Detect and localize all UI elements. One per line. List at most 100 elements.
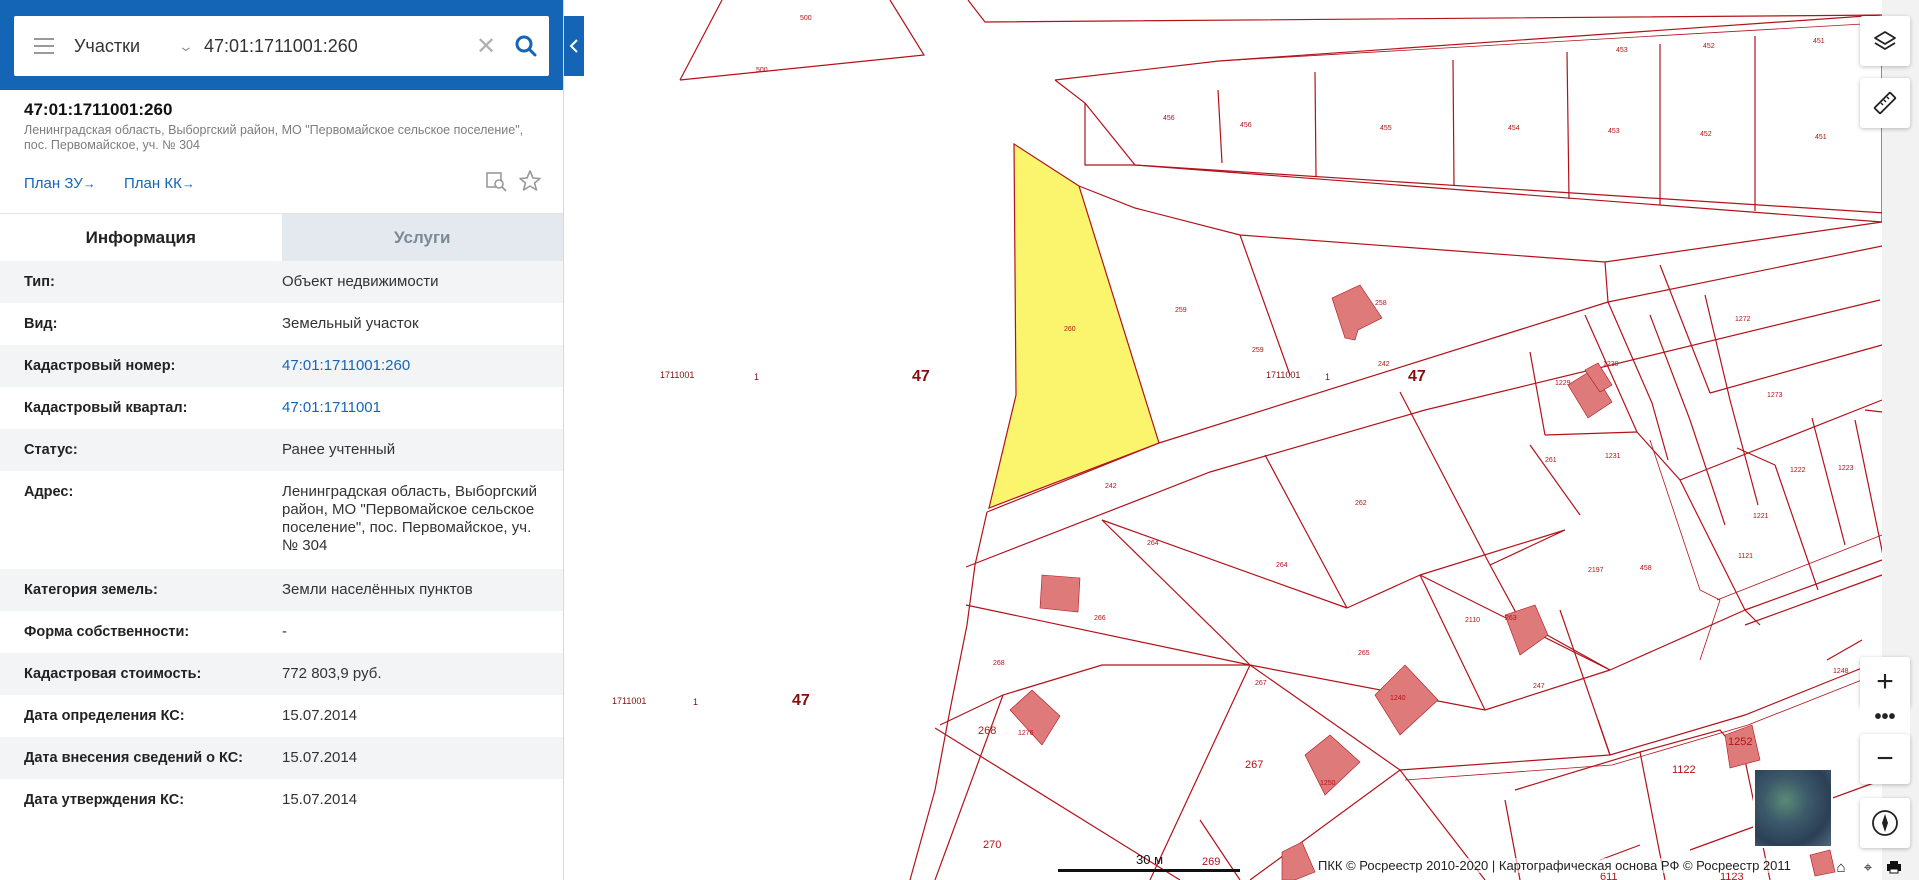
- map-label: 242: [1105, 483, 1117, 490]
- map-label: 1240: [1390, 695, 1406, 702]
- map-label: 1272: [1735, 316, 1751, 323]
- row-key: Дата утверждения КС:: [24, 792, 185, 808]
- info-row-type: Тип: Объект недвижимости: [0, 261, 563, 303]
- map-label: 455: [1380, 125, 1392, 132]
- search-box: Участки ⌄ ✕: [14, 16, 549, 76]
- map-label: 1221: [1753, 513, 1769, 520]
- region-label: 47: [912, 368, 930, 385]
- row-key: Кадастровый квартал:: [24, 400, 188, 416]
- plan-kk-link[interactable]: План КК→: [124, 175, 195, 192]
- map-label: 1276: [1018, 730, 1034, 737]
- info-row-land-category: Категория земель: Земли населённых пункто…: [0, 569, 563, 611]
- map-label: 452: [1703, 43, 1715, 50]
- home-icon[interactable]: ⌂: [1832, 858, 1850, 876]
- quarter-label: 1711001: [660, 370, 694, 380]
- tab-information[interactable]: Информация: [0, 214, 282, 261]
- map-label: 453: [1616, 47, 1628, 54]
- scale-bar: [1058, 869, 1240, 872]
- object-type-label: Участки: [74, 35, 140, 56]
- map-label: 264: [1276, 562, 1288, 569]
- row-key: Вид:: [24, 316, 58, 332]
- map-label: 456: [1163, 115, 1175, 122]
- links-row: План ЗУ→ План КК→: [24, 169, 541, 213]
- object-address: Ленинградская область, Выборгский район,…: [24, 123, 524, 152]
- app-root: .bd { fill: none; stroke: #b3121a; strok…: [0, 0, 1919, 880]
- map-label: 259: [1175, 307, 1187, 314]
- row-key: Статус:: [24, 442, 78, 458]
- map-label: 1121: [1738, 553, 1753, 560]
- info-row-cadastral-quarter: Кадастровый квартал: 47:01:1711001: [0, 387, 563, 429]
- row-key: Адрес:: [24, 484, 74, 500]
- plan-zu-label: План ЗУ: [24, 175, 83, 192]
- row-value: Земли населённых пунктов: [282, 581, 473, 598]
- map-label: 247: [1533, 683, 1545, 690]
- info-panel: Участки ⌄ ✕ 47:01:1711001:260 Ленинградс…: [0, 0, 564, 880]
- map-label: 264: [1147, 540, 1159, 547]
- map-label: 1248: [1833, 668, 1849, 675]
- map-label: 452: [1700, 131, 1712, 138]
- print-icon[interactable]: [1885, 858, 1903, 876]
- info-row-address: Адрес: Ленинградская область, Выборгский …: [0, 471, 563, 569]
- row-key: Кадастровая стоимость:: [24, 666, 202, 682]
- map-label: 267: [1255, 680, 1267, 687]
- map-label: 456: [1240, 122, 1252, 129]
- star-icon[interactable]: [518, 169, 544, 195]
- row-value: 15.07.2014: [282, 791, 358, 808]
- map-label: 269: [1202, 856, 1220, 868]
- arrow-right-icon: →: [181, 176, 195, 191]
- map-label: 1231: [1605, 453, 1621, 460]
- map-label: 261: [1545, 457, 1557, 464]
- map-label: 1222: [1790, 467, 1806, 474]
- object-type-select[interactable]: Участки ⌄: [74, 16, 204, 76]
- tab-services[interactable]: Услуги: [281, 214, 563, 261]
- map-label: 451: [1815, 134, 1827, 141]
- map-label: 259: [1252, 347, 1264, 354]
- map-label: 500: [756, 67, 768, 74]
- more-zoom-button[interactable]: •••: [1860, 696, 1910, 738]
- row-value: 772 803,9 руб.: [282, 665, 382, 682]
- chevron-left-icon[interactable]: [564, 16, 584, 76]
- map-label: 260: [1064, 326, 1076, 333]
- row-key: Кадастровый номер:: [24, 358, 176, 374]
- search-icon[interactable]: [503, 16, 549, 76]
- compass-icon[interactable]: [1860, 798, 1910, 848]
- ruler-icon[interactable]: [1860, 78, 1910, 128]
- parcel-boundaries-top: [679, 0, 1891, 223]
- quarter-label: 1: [1325, 372, 1330, 382]
- row-key: Дата внесения сведений о КС:: [24, 750, 244, 766]
- zoom-out-button[interactable]: −: [1860, 734, 1910, 784]
- map-label: 263: [1505, 615, 1517, 622]
- scale-label: 30 м: [1136, 852, 1164, 867]
- search-input[interactable]: [204, 16, 469, 76]
- info-row-cadastral-number: Кадастровый номер: 47:01:1711001:260: [0, 345, 563, 387]
- minimap[interactable]: [1753, 768, 1833, 848]
- arrow-right-icon: →: [82, 176, 96, 191]
- row-value: -: [282, 623, 287, 640]
- row-value: Ранее учтенный: [282, 441, 396, 458]
- cadastral-quarter-link[interactable]: 47:01:1711001: [282, 397, 539, 419]
- map-label: 1250: [1320, 780, 1336, 787]
- map-label: 262: [1355, 500, 1367, 507]
- parcel-boundaries-lower: [934, 439, 1883, 880]
- region-label: 47: [792, 692, 810, 709]
- map-label: 270: [983, 839, 1001, 851]
- locate-on-map-icon[interactable]: [484, 169, 510, 195]
- info-row-kind: Вид: Земельный участок: [0, 303, 563, 345]
- map-label: 453: [1608, 128, 1620, 135]
- quarter-label: 1711001: [612, 696, 646, 706]
- locate-icon[interactable]: ⌖: [1859, 858, 1877, 876]
- hamburger-icon[interactable]: [14, 16, 74, 76]
- quarter-label: 1: [693, 697, 698, 707]
- cadastral-number-link[interactable]: 47:01:1711001:260: [282, 355, 539, 377]
- map-label: 451: [1813, 38, 1825, 45]
- map-label: 1252: [1728, 736, 1752, 748]
- row-value: Земельный участок: [282, 315, 419, 332]
- search-bar: Участки ⌄ ✕: [0, 0, 563, 90]
- plan-zu-link[interactable]: План ЗУ→: [24, 175, 96, 192]
- row-key: Тип:: [24, 274, 55, 290]
- copyright: ПКК © Росреестр 2010-2020 | Картографиче…: [1318, 858, 1791, 873]
- quarter-label: 1711001: [1266, 370, 1300, 380]
- chevron-down-icon: ⌄: [177, 37, 195, 54]
- close-icon[interactable]: ✕: [469, 16, 503, 76]
- layers-icon[interactable]: [1860, 16, 1910, 66]
